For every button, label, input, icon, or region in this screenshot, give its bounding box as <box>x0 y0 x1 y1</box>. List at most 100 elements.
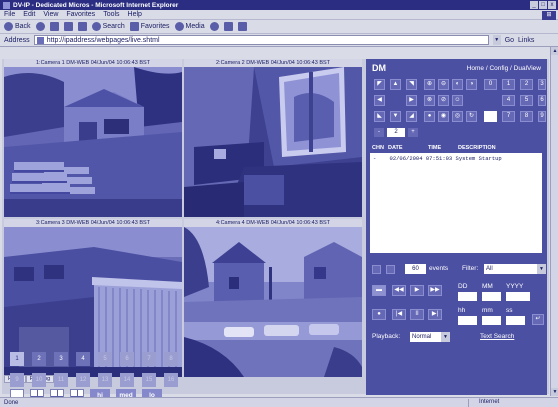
close-button[interactable]: x <box>548 1 556 9</box>
play-button[interactable]: ▶ <box>410 285 424 296</box>
keypad-button[interactable]: 0 <box>484 79 497 90</box>
mail-icon[interactable] <box>223 22 233 31</box>
iris-close-icon[interactable]: ⊘ <box>438 95 449 106</box>
pan-right-button[interactable]: ▶ <box>406 95 417 106</box>
refresh-icon[interactable] <box>63 22 73 31</box>
event-log-list[interactable]: - 02/06/2004 07:51:03 System Startup <box>370 153 542 253</box>
camera-view-1[interactable]: 1:Camera 1 DM-WEB 04/Jun/04 10:06:43 BST <box>4 59 182 217</box>
camera-select-button[interactable]: 10 <box>32 373 46 387</box>
camera-select-button[interactable]: 16 <box>164 373 178 387</box>
search-go-icon[interactable]: ↵ <box>532 314 544 325</box>
keypad-button[interactable]: 4 <box>502 95 515 106</box>
menu-edit[interactable]: Edit <box>23 11 35 18</box>
keypad-button[interactable]: 7 <box>502 111 515 122</box>
keypad-button[interactable]: 6 <box>538 95 546 106</box>
camera-select-button[interactable]: 12 <box>76 373 90 387</box>
camera-select-button[interactable]: 11 <box>54 373 68 387</box>
live-button[interactable]: ▬ <box>372 285 386 296</box>
hour-input[interactable] <box>458 316 477 325</box>
menu-view[interactable]: View <box>43 11 58 18</box>
camera-select-button[interactable]: 15 <box>142 373 156 387</box>
print-icon[interactable] <box>237 22 247 31</box>
links-button[interactable]: Links <box>518 37 534 44</box>
keypad-button[interactable]: 9 <box>538 111 546 122</box>
skip-forward-button[interactable]: ▶| <box>428 309 442 320</box>
pause-button[interactable]: II <box>410 309 424 320</box>
iris-open-icon[interactable]: ⊗ <box>424 95 435 106</box>
scroll-up-arrow-icon[interactable]: ▲ <box>551 47 558 55</box>
pan-up-button[interactable]: ▲ <box>390 79 401 90</box>
pan-down-right-button[interactable]: ◢ <box>406 111 417 122</box>
keypad-clear-button[interactable] <box>484 111 497 122</box>
minimize-button[interactable]: _ <box>530 1 538 9</box>
playback-speed-select[interactable]: Normal <box>410 332 450 342</box>
camera-select-button[interactable]: 1 <box>10 352 24 366</box>
pan-up-right-button[interactable]: ◥ <box>406 79 417 90</box>
menu-help[interactable]: Help <box>128 11 142 18</box>
step-decrement-button[interactable]: - <box>374 128 384 137</box>
camera-select-button[interactable]: 6 <box>120 352 134 366</box>
minute-input[interactable] <box>482 316 501 325</box>
maximize-button[interactable]: □ <box>539 1 547 9</box>
forward-arrow-icon[interactable] <box>35 22 45 31</box>
pan-left-button[interactable]: ◀ <box>374 95 385 106</box>
skip-back-button[interactable]: |◀ <box>392 309 406 320</box>
vertical-scrollbar[interactable]: ▲ ▼ <box>550 47 558 396</box>
event-refresh-icon[interactable] <box>386 265 395 274</box>
pan-down-left-button[interactable]: ◣ <box>374 111 385 122</box>
camera-select-button[interactable]: 2 <box>32 352 46 366</box>
search-button[interactable]: Search <box>91 22 125 31</box>
address-input[interactable]: http://ipaddress/webpages/live.shtml <box>33 35 489 45</box>
address-dropdown-arrow-icon[interactable]: ▼ <box>492 35 501 45</box>
step-value-input[interactable]: 2 <box>387 128 405 137</box>
camera-select-button[interactable]: 4 <box>76 352 90 366</box>
keypad-button[interactable]: 8 <box>520 111 533 122</box>
back-button[interactable]: Back <box>4 22 31 31</box>
scroll-down-arrow-icon[interactable]: ▼ <box>551 388 558 396</box>
stop-icon[interactable] <box>49 22 59 31</box>
keypad-button[interactable]: 3 <box>538 79 546 90</box>
focus-far-icon[interactable]: ◑ <box>466 79 477 90</box>
pan-up-left-button[interactable]: ◤ <box>374 79 385 90</box>
stop-button[interactable]: ● <box>372 309 386 320</box>
keypad-button[interactable]: 5 <box>520 95 533 106</box>
zoom-out-icon[interactable]: ⊖ <box>438 79 449 90</box>
camera-view-2[interactable]: 2:Camera 2 DM-WEB 04/Jun/04 10:06:43 BST <box>184 59 362 217</box>
rewind-button[interactable]: ◀◀ <box>392 285 406 296</box>
camera-view-4[interactable]: 4:Camera 4 DM-WEB 04/Jun/04 10:06:43 BST <box>184 219 362 377</box>
focus-near-icon[interactable]: ◐ <box>452 79 463 90</box>
camera-select-button[interactable]: 14 <box>120 373 134 387</box>
keypad-button[interactable]: 1 <box>502 79 515 90</box>
camera-select-button[interactable]: 5 <box>98 352 112 366</box>
preset-icon[interactable]: ◉ <box>438 111 449 122</box>
keypad-button[interactable]: 2 <box>520 79 533 90</box>
refresh-icon[interactable]: ↻ <box>466 111 477 122</box>
camera-select-button[interactable]: 8 <box>164 352 178 366</box>
year-input[interactable] <box>506 292 530 301</box>
camera-select-button[interactable]: 3 <box>54 352 68 366</box>
favorites-button[interactable]: Favorites <box>129 22 170 31</box>
zoom-in-icon[interactable]: ⊕ <box>424 79 435 90</box>
camera-select-button[interactable]: 9 <box>10 373 24 387</box>
breadcrumb[interactable]: Home / Config / DualView <box>467 65 541 72</box>
media-button[interactable]: Media <box>174 22 205 31</box>
history-icon[interactable] <box>209 22 219 31</box>
camera-select-button[interactable]: 13 <box>98 373 112 387</box>
step-increment-button[interactable]: + <box>408 128 418 137</box>
day-input[interactable] <box>458 292 477 301</box>
menu-tools[interactable]: Tools <box>103 11 119 18</box>
text-search-link[interactable]: Text Search <box>480 333 514 340</box>
record-icon[interactable]: ● <box>424 111 435 122</box>
menu-file[interactable]: File <box>4 11 15 18</box>
pan-down-button[interactable]: ▼ <box>390 111 401 122</box>
camera-select-button[interactable]: 7 <box>142 352 156 366</box>
person-icon[interactable]: ☺ <box>452 95 463 106</box>
menu-favorites[interactable]: Favorites <box>66 11 95 18</box>
tour-icon[interactable]: ◎ <box>452 111 463 122</box>
speaker-icon[interactable] <box>372 265 381 274</box>
fast-forward-button[interactable]: ▶▶ <box>428 285 442 296</box>
filter-select[interactable]: All <box>484 264 546 274</box>
home-icon[interactable] <box>77 22 87 31</box>
events-count-input[interactable]: 60 <box>405 264 426 274</box>
second-input[interactable] <box>506 316 525 325</box>
